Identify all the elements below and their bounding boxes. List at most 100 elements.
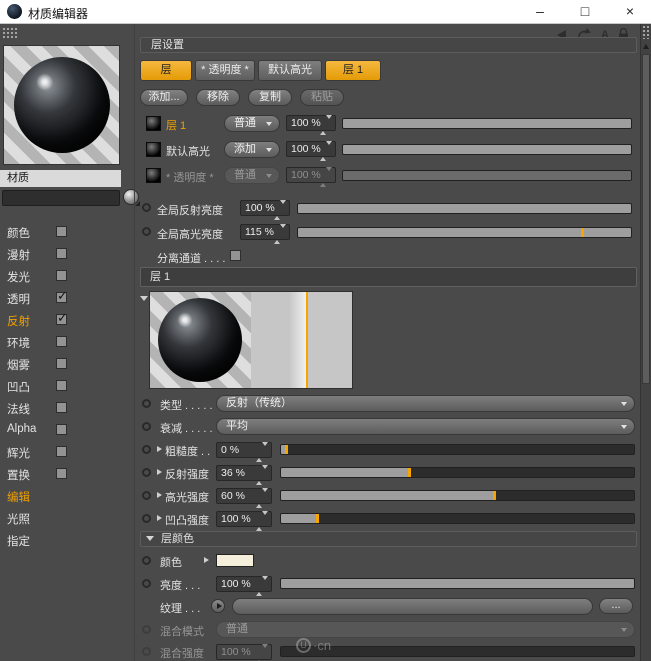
animation-dot-icon[interactable] bbox=[142, 491, 151, 500]
animation-dot-icon[interactable] bbox=[142, 556, 151, 565]
channel-checkbox[interactable]: ✓ bbox=[56, 288, 68, 303]
channel-label[interactable]: 烟雾 bbox=[7, 357, 30, 373]
copy-button[interactable]: 复制 bbox=[248, 89, 292, 106]
tab-layers[interactable]: 层 bbox=[140, 60, 192, 81]
channel-label[interactable]: 法线 bbox=[7, 401, 30, 417]
channel-row-luminance[interactable]: 发光 bbox=[0, 265, 134, 287]
channel-checkbox[interactable] bbox=[56, 248, 67, 259]
channel-checkbox[interactable] bbox=[56, 226, 67, 237]
spinner-arrows-icon[interactable] bbox=[256, 442, 268, 462]
specular-strength-slider[interactable] bbox=[280, 490, 635, 501]
animation-dot-icon[interactable] bbox=[142, 422, 151, 431]
spinner-arrows-icon[interactable] bbox=[320, 115, 332, 135]
channel-row-fog[interactable]: 烟雾 bbox=[0, 353, 134, 375]
reflection-strength-spinner[interactable]: 36 % bbox=[216, 465, 272, 485]
channel-row-reflectance[interactable]: 反射 ✓ bbox=[0, 309, 134, 331]
channel-label[interactable]: 辉光 bbox=[7, 445, 30, 461]
spinner-arrows-icon[interactable] bbox=[320, 141, 332, 161]
layer-preview-sphere-panel[interactable] bbox=[150, 292, 251, 388]
channel-row-illumination[interactable]: 光照 bbox=[0, 507, 134, 529]
layer-opacity-slider[interactable] bbox=[342, 144, 632, 155]
channel-row-color[interactable]: 颜色 bbox=[0, 221, 134, 243]
texture-arrow-button[interactable] bbox=[211, 599, 225, 613]
reflection-strength-slider[interactable] bbox=[280, 467, 635, 478]
material-name-input[interactable] bbox=[2, 190, 120, 206]
layer-thumbnail[interactable] bbox=[146, 168, 161, 183]
channel-checkbox[interactable] bbox=[56, 402, 67, 413]
roughness-slider[interactable] bbox=[280, 444, 635, 455]
layer-name[interactable]: 层 1 bbox=[166, 117, 186, 133]
layer-opacity-slider[interactable] bbox=[342, 118, 632, 129]
falloff-dropdown[interactable]: 平均 bbox=[216, 418, 635, 435]
scroll-up-icon[interactable] bbox=[643, 44, 649, 49]
slider-handle[interactable] bbox=[581, 228, 585, 237]
global-specular-spinner[interactable]: 115 % bbox=[240, 224, 290, 244]
brightness-spinner[interactable]: 100 % bbox=[216, 576, 272, 596]
scrollbar-thumb[interactable] bbox=[642, 54, 650, 384]
layer-name[interactable]: * 透明度 * bbox=[166, 169, 214, 185]
spinner-arrows-icon[interactable] bbox=[256, 465, 268, 485]
channel-row-bump[interactable]: 凹凸 bbox=[0, 375, 134, 397]
channel-row-assign[interactable]: 指定 bbox=[0, 529, 134, 551]
layer-1-header[interactable]: 层 1 bbox=[140, 267, 637, 287]
channel-row-diffusion[interactable]: 漫射 bbox=[0, 243, 134, 265]
channel-checkbox[interactable] bbox=[56, 468, 67, 479]
channel-checkbox[interactable]: ✓ bbox=[56, 310, 68, 325]
minimize-button[interactable]: – bbox=[520, 0, 560, 24]
scrollbar-grip-icon[interactable] bbox=[642, 25, 651, 39]
brightness-slider[interactable] bbox=[280, 578, 635, 589]
add-button[interactable]: 添加... bbox=[140, 89, 188, 106]
expand-arrow-icon[interactable] bbox=[157, 492, 162, 498]
animation-dot-icon[interactable] bbox=[142, 227, 151, 236]
slider-handle[interactable] bbox=[408, 468, 412, 477]
texture-field[interactable] bbox=[232, 598, 593, 615]
global-specular-slider[interactable] bbox=[297, 227, 632, 238]
material-preview[interactable] bbox=[3, 45, 120, 165]
channel-label[interactable]: 置换 bbox=[7, 467, 30, 483]
animation-dot-icon[interactable] bbox=[142, 399, 151, 408]
channel-row-normal[interactable]: 法线 bbox=[0, 397, 134, 419]
channel-checkbox[interactable] bbox=[56, 446, 67, 457]
layer-thumbnail[interactable] bbox=[146, 142, 161, 157]
channel-label[interactable]: 反射 bbox=[7, 313, 30, 329]
global-reflection-spinner[interactable]: 100 % bbox=[240, 200, 290, 220]
separate-pass-checkbox[interactable] bbox=[230, 250, 241, 261]
close-button[interactable]: × bbox=[610, 0, 650, 24]
slider-handle[interactable] bbox=[492, 491, 496, 500]
scrollbar[interactable] bbox=[640, 24, 651, 661]
layer-name[interactable]: 默认高光 bbox=[166, 143, 210, 159]
tab-layer-1[interactable]: 层 1 bbox=[325, 60, 381, 81]
color-swatch[interactable] bbox=[216, 554, 254, 567]
channel-label[interactable]: 透明 bbox=[7, 291, 30, 307]
slider-handle[interactable] bbox=[284, 445, 288, 454]
layer-opacity-spinner[interactable]: 100 % bbox=[286, 141, 336, 161]
specular-strength-spinner[interactable]: 60 % bbox=[216, 488, 272, 508]
roughness-spinner[interactable]: 0 % bbox=[216, 442, 272, 462]
channel-row-editor[interactable]: 编辑 bbox=[0, 485, 134, 507]
channel-checkbox[interactable] bbox=[56, 358, 67, 369]
channel-checkbox[interactable] bbox=[56, 380, 67, 391]
collapse-arrow-icon[interactable] bbox=[146, 536, 154, 541]
channel-label[interactable]: 环境 bbox=[7, 335, 30, 351]
reflectance-curve-preview[interactable] bbox=[251, 292, 352, 388]
layer-opacity-spinner[interactable]: 100 % bbox=[286, 115, 336, 135]
tab-default-specular[interactable]: 默认高光 bbox=[258, 60, 322, 81]
animation-dot-icon[interactable] bbox=[142, 445, 151, 454]
global-reflection-slider[interactable] bbox=[297, 203, 632, 214]
bump-strength-spinner[interactable]: 100 % bbox=[216, 511, 272, 531]
layer-thumbnail[interactable] bbox=[146, 116, 161, 131]
channel-label[interactable]: 颜色 bbox=[7, 225, 30, 241]
channel-label[interactable]: 指定 bbox=[7, 533, 30, 549]
expand-arrow-icon[interactable] bbox=[157, 469, 162, 475]
channel-label[interactable]: 编辑 bbox=[7, 489, 30, 505]
channel-checkbox[interactable] bbox=[56, 270, 67, 281]
animation-dot-icon[interactable] bbox=[142, 468, 151, 477]
channel-label[interactable]: 漫射 bbox=[7, 247, 30, 263]
channel-label[interactable]: Alpha bbox=[7, 423, 36, 435]
bump-strength-slider[interactable] bbox=[280, 513, 635, 524]
spinner-arrows-icon[interactable] bbox=[274, 224, 286, 244]
remove-button[interactable]: 移除 bbox=[196, 89, 240, 106]
layer-color-header[interactable]: 层颜色 bbox=[140, 531, 637, 547]
blend-mode-dropdown[interactable]: 普通 bbox=[224, 115, 280, 132]
panel-grip-icon[interactable] bbox=[2, 27, 19, 39]
